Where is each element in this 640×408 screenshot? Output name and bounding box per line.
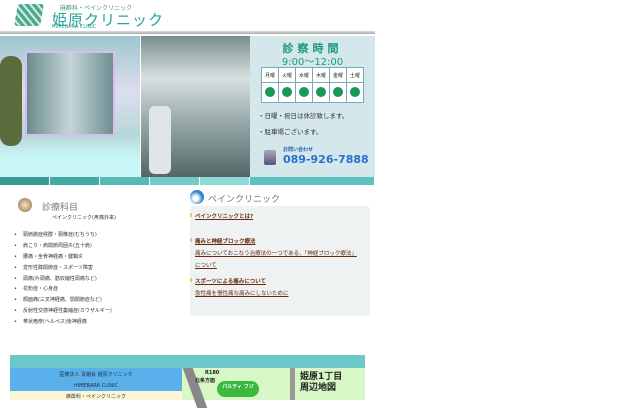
pain-clinic-links: ペインクリニックとは? 痛みと神経ブロック療法 痛みについておこなう治療法の一つ… [190, 206, 370, 316]
nav-segment[interactable] [50, 177, 100, 185]
departments-icon [18, 198, 32, 212]
pain-clinic-title: ペインクリニック [208, 195, 281, 205]
open-dot-icon [333, 86, 343, 97]
clinic-entrance-photo [0, 36, 140, 177]
nav-segment[interactable] [100, 177, 150, 185]
departments-title: 診療科目 [42, 203, 79, 213]
footer-dept-box: 麻酔科・ペインクリニック [10, 391, 182, 400]
list-item: 頸肩腕症候群・頸椎症(むちうち) [14, 230, 112, 241]
open-dot-icon [282, 86, 292, 97]
schedule-table: 月曜 火曜 水曜 木曜 金曜 土曜 [261, 67, 364, 103]
open-dot-icon [299, 86, 309, 97]
parking-note: ・駐車場ございます。 [258, 128, 323, 136]
list-item: 帯状疱疹(ヘルペス)後神経痛 [14, 317, 112, 328]
open-dot-icon [350, 86, 360, 97]
departments-list: 頸肩腕症候群・頸椎症(むちうち) 肩こり・肩関節周囲炎(五十肩) 腰痛・坐骨神経… [14, 230, 112, 328]
footer-org: 医療法人 青朝会 姫原クリニック [59, 372, 133, 378]
logo-icon [14, 4, 44, 26]
map-title: 姫原1丁目 周辺地図 [300, 372, 343, 393]
departments-subtitle: ペインクリニック(疼痛外来) [52, 215, 116, 221]
open-dot-icon [265, 86, 275, 97]
link-nerve-block[interactable]: 痛みと神経ブロック療法 [195, 237, 256, 245]
link-nerve-block-detail-2[interactable]: について [195, 261, 217, 269]
footer-info: 医療法人 青朝会 姫原クリニック HIMEBARA CLINIC [10, 368, 182, 391]
footer-dept: 麻酔科・ペインクリニック [65, 394, 126, 400]
day-label: 土曜 [346, 67, 364, 83]
list-item: 腰痛・坐骨神経痛・腱鞘炎 [14, 252, 112, 263]
map-direction: 北条方面 [195, 378, 216, 384]
list-item: 変形性膝関節症・スポーツ障害 [14, 263, 112, 274]
open-dot-icon [316, 86, 326, 97]
phone-icon [264, 150, 276, 165]
inquiry-label: お問い合わせ [283, 147, 314, 153]
pain-clinic-icon [190, 190, 204, 204]
header-divider [0, 31, 375, 34]
list-item: 花粉症・心身症 [14, 284, 112, 295]
link-acute-pain[interactable]: 急性痛を慢性痛な痛みにしないために [195, 289, 289, 297]
footer-bar [10, 355, 365, 368]
nav-segment[interactable] [200, 177, 250, 185]
link-sports-pain[interactable]: スポーツによる痛みについて [195, 277, 266, 285]
map-landmark: パルティ フジ [217, 381, 259, 397]
map-road [290, 368, 295, 400]
clinic-title-en: HIMEBARA CLINIC [52, 24, 97, 30]
phone-number[interactable]: 089-926-7888 [283, 153, 369, 166]
link-what-is-pain-clinic[interactable]: ペインクリニックとは? [195, 212, 253, 220]
list-item: 肩こり・肩関節周囲炎(五十肩) [14, 241, 112, 252]
nav-segment[interactable] [0, 177, 50, 185]
footer-en: HIMEBARA CLINIC [73, 383, 119, 389]
waiting-room-photo [141, 36, 250, 177]
map-route: R180 [205, 370, 220, 376]
day-label: 火曜 [278, 67, 296, 83]
hours-panel: 診察時間 9:00〜12:00 月曜 火曜 水曜 木曜 金曜 土曜 ・日曜・祝日… [250, 36, 375, 177]
link-nerve-block-detail[interactable]: 痛みについておこなう治療法の一つである、「神経ブロック療法」 [195, 249, 357, 257]
day-label: 金曜 [329, 67, 347, 83]
list-item: 反射性交感神経性萎縮症(カウザルギー) [14, 306, 112, 317]
holiday-note: ・日曜・祝日は休診致します。 [258, 112, 349, 120]
nav-segment[interactable] [250, 177, 375, 185]
list-item: 顔面痛(三叉神経痛、顎関節症など) [14, 295, 112, 306]
nav-segment[interactable] [150, 177, 200, 185]
day-label: 水曜 [295, 67, 313, 83]
list-item: 頭痛(片頭痛、筋収縮性頭痛など) [14, 274, 112, 285]
day-label: 木曜 [312, 67, 330, 83]
day-label: 月曜 [261, 67, 279, 83]
hours-time: 9:00〜12:00 [281, 57, 344, 68]
